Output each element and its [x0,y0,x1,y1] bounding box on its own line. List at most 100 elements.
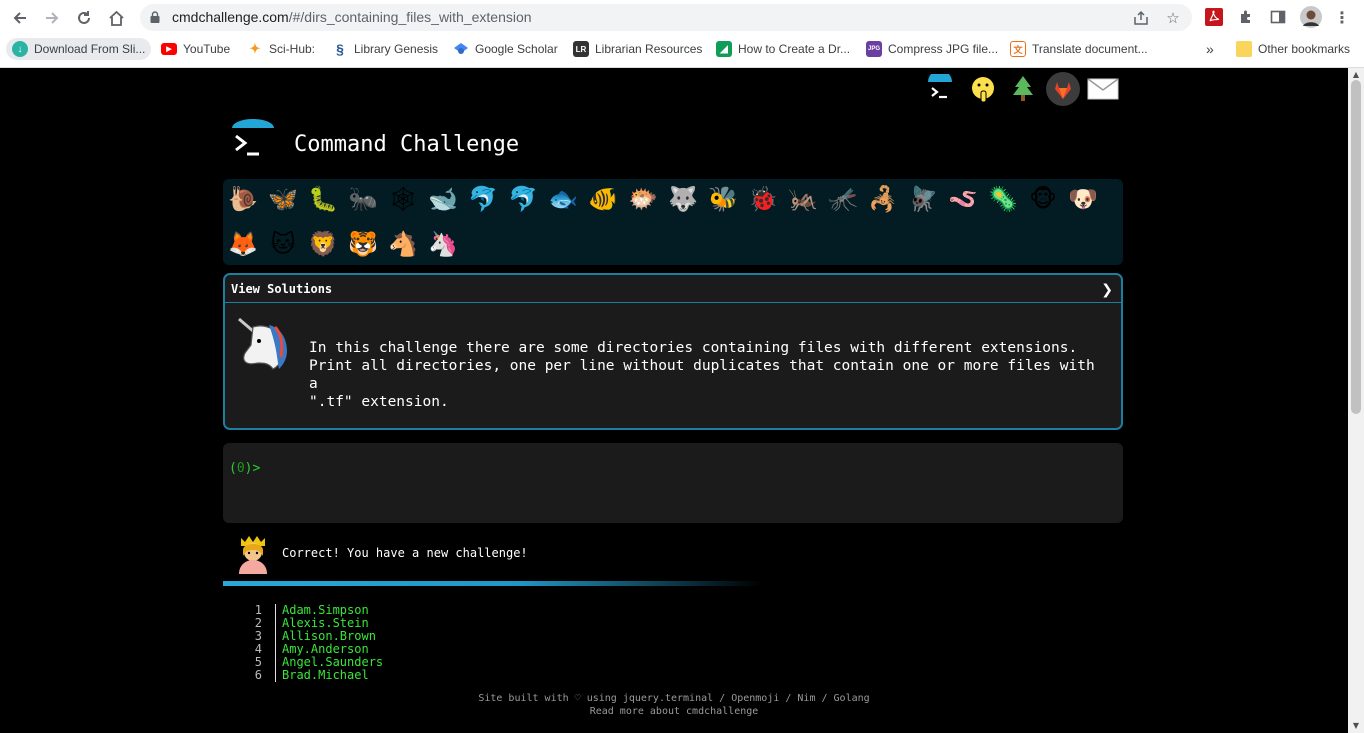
challenge-animal-icon[interactable]: 🐝 [707,183,739,215]
challenge-animal-icon[interactable]: 🕸 [387,183,419,215]
gitlab-icon[interactable] [1045,71,1081,107]
challenge-panel: View Solutions ❯ In this challenge there… [223,273,1123,430]
challenge-animal-icon[interactable]: 🐋 [427,183,459,215]
bookmark-star-icon[interactable]: ☆ [1163,8,1183,28]
page-scrollbar[interactable]: ▲ ▼ [1348,68,1364,733]
bookmark-label: How to Create a Dr... [738,42,851,56]
challenge-animal-icon[interactable]: 🐵 [1027,183,1059,215]
bookmarks-overflow-button[interactable]: » [1200,38,1220,60]
challenge-animal-icon[interactable]: 🦁 [307,228,339,260]
line-number: 2 [254,616,262,630]
bookmark-sci-hub[interactable]: ✦ Sci-Hub: [241,38,321,60]
line-number: 4 [254,642,262,656]
address-bar[interactable]: cmdchallenge.com/#/dirs_containing_files… [140,4,1192,31]
scroll-up-icon[interactable]: ▲ [1352,71,1360,79]
page-content: Command Challenge 🐌 🦋 🐛 🐜 🕸 🐋 🐬 🐬 🐟 🐠 🐡 🐺 🐝 🐞 🦗 🦟 🦂 🪰 🪱 🦠 🐵 🐶… [0,68,1348,733]
browser-toolbar: cmdchallenge.com/#/dirs_containing_files… [0,0,1364,35]
challenge-animal-icon[interactable]: 🦋 [267,183,299,215]
scroll-down-icon[interactable]: ▼ [1352,722,1360,730]
view-solutions-label: View Solutions [231,282,333,296]
challenge-animal-icon[interactable]: 🐺 [667,183,699,215]
reload-icon[interactable] [71,5,97,31]
terminal-input[interactable]: (0)> [223,443,1123,523]
home-icon[interactable] [103,5,129,31]
challenge-animal-icon[interactable]: 🐌 [227,183,259,215]
bookmark-google-scholar[interactable]: Google Scholar [447,38,564,60]
bookmark-how-to-create[interactable]: ◢ How to Create a Dr... [710,38,856,60]
bookmark-library-genesis[interactable]: § Library Genesis [326,38,444,60]
bookmark-label: Library Genesis [354,42,439,56]
bookmark-label: Google Scholar [475,42,558,56]
bookmark-translate-document[interactable]: 文 Translate document... [1004,38,1154,60]
overflow-label: » [1206,41,1214,57]
share-icon[interactable] [1131,8,1151,28]
read-more-link[interactable]: Read more about cmdchallenge [0,705,1348,718]
browser-chrome: cmdchallenge.com/#/dirs_containing_files… [0,0,1364,68]
challenge-animal-icon[interactable]: 🪰 [907,183,939,215]
library-genesis-icon: § [336,41,344,57]
challenge-animal-icon[interactable]: 🦄 [427,228,459,260]
other-bookmarks-folder[interactable]: Other bookmarks [1230,38,1356,60]
translate-icon: 文 [1010,41,1026,57]
site-footer: Site built with ♡ using jquery.terminal … [0,692,1348,718]
correct-banner: Correct! You have a new challenge! [223,530,763,590]
output-line: 1 Adam.Simpson [240,604,369,617]
challenge-animal-icon[interactable]: 🐴 [387,228,419,260]
challenge-animal-icon[interactable]: 🐜 [347,183,379,215]
output-line: 6 Brad.Michael [240,669,369,682]
chevron-right-icon: ❯ [1101,282,1113,298]
forward-icon[interactable] [39,5,65,31]
prompt-count: 0 [236,461,245,476]
lock-icon[interactable] [150,11,160,23]
bookmark-label: Librarian Resources [595,42,703,56]
url-text[interactable]: cmdchallenge.com/#/dirs_containing_files… [172,9,532,25]
back-icon[interactable] [7,5,33,31]
challenge-animal-icon[interactable]: 🐡 [627,183,659,215]
view-solutions-toggle[interactable]: View Solutions ❯ [225,275,1121,303]
download-app-icon: ↓ [12,41,28,57]
side-panel-icon[interactable] [1267,6,1289,28]
profile-avatar[interactable] [1300,6,1322,28]
bookmark-label: YouTube [183,42,231,56]
challenge-animal-icon[interactable]: 🐬 [467,183,499,215]
challenge-animal-icon[interactable]: 🦟 [827,183,859,215]
command-output: 1 Adam.Simpson 2 Alexis.Stein 3 Allison.Brown… [240,604,383,682]
shushing-face-icon[interactable] [965,71,1001,107]
challenge-animal-icon[interactable]: 🦠 [987,183,1019,215]
challenge-animal-icon[interactable]: 🐛 [307,183,339,215]
output-line: 3 Allison.Brown [240,629,376,643]
challenge-animal-icon[interactable]: 🐞 [747,183,779,215]
bookmark-compress-jpg[interactable]: JPG Compress JPG file... [860,38,1004,60]
tree-icon[interactable] [1005,71,1041,107]
line-separator [275,656,276,669]
challenge-animal-icon[interactable]: 🦊 [227,228,259,260]
terminal-logo-icon[interactable] [922,71,958,107]
line-number: 3 [254,629,262,643]
bookmark-download-from-sli[interactable]: ↓ Download From Sli... [6,38,152,60]
challenge-animal-icon[interactable]: 🦗 [787,183,819,215]
line-separator [275,617,276,630]
page-title: Command Challenge [294,132,520,157]
youtube-icon: ▶ [161,43,177,55]
browser-menu-icon[interactable]: ⋮ [1331,6,1353,28]
envelope-icon[interactable] [1085,71,1121,107]
challenge-animal-icon[interactable]: 🐬 [507,183,539,215]
challenge-animal-icon[interactable]: 🐯 [347,228,379,260]
bookmarks-bar: ↓ Download From Sli... ▶ YouTube ✦ Sci-H… [0,35,1364,64]
challenge-animal-icon[interactable]: 🪱 [947,183,979,215]
challenge-animal-icon[interactable]: 🐶 [1067,183,1099,215]
output-line: 4 Amy.Anderson [240,642,369,656]
scrollbar-thumb[interactable] [1351,80,1361,414]
extensions-puzzle-icon[interactable] [1235,6,1257,28]
challenge-animal-icon[interactable]: 🐱 [267,228,299,260]
output-directory-name: Brad.Michael [282,668,369,682]
acrobat-extension-icon[interactable] [1203,6,1225,28]
challenge-animal-icon[interactable]: 🐠 [587,183,619,215]
correct-progress-bar [223,581,763,586]
bookmark-librarian-resources[interactable]: LR Librarian Resources [567,38,708,60]
challenge-animal-icon[interactable]: 🦂 [867,183,899,215]
bookmark-youtube[interactable]: ▶ YouTube [155,38,236,60]
line-separator [275,604,276,617]
other-bookmarks-label: Other bookmarks [1258,42,1351,56]
challenge-animal-icon[interactable]: 🐟 [547,183,579,215]
